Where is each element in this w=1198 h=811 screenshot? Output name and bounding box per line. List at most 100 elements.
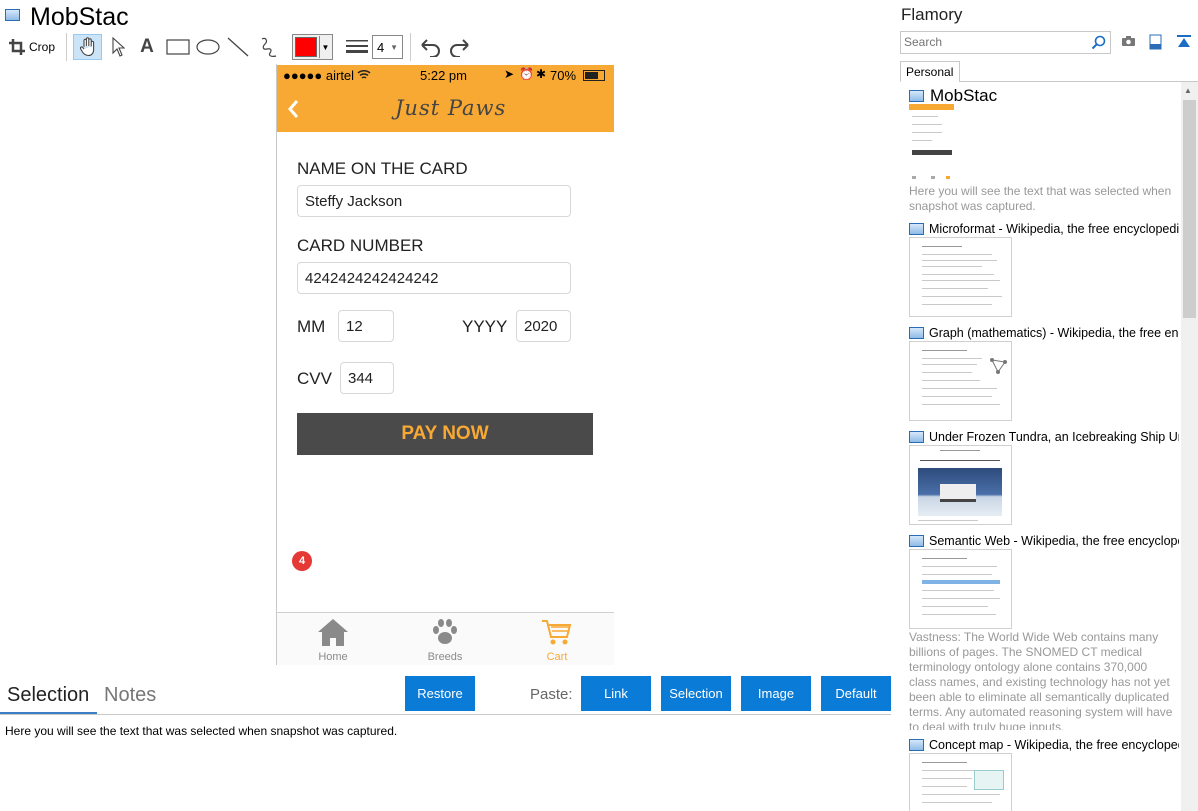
snapshot-thumbnail[interactable] (909, 104, 954, 182)
redo-icon (450, 39, 469, 57)
tab-cart: Cart (517, 617, 597, 663)
battery-percent: 70% (550, 68, 577, 83)
snapshot-icon (909, 535, 924, 547)
divider (0, 714, 891, 715)
toolbar-divider (410, 33, 411, 61)
snapshot-icon (909, 90, 924, 102)
captured-phone-screenshot: ●●●●● airtel 5:22 pm ➤ ⏰ ✱ 70% Just Paws… (277, 65, 614, 665)
selection-text-area[interactable]: Here you will see the text that was sele… (5, 724, 397, 738)
redo-button[interactable] (447, 34, 473, 60)
snapshot-title[interactable]: Graph (mathematics) - Wikipedia, the fre… (929, 326, 1179, 340)
line-width-icon (345, 34, 369, 60)
paw-icon (433, 619, 457, 644)
color-swatch (295, 37, 317, 57)
phone-status-bar: ●●●●● airtel 5:22 pm ➤ ⏰ ✱ 70% (277, 65, 614, 87)
tab-notes[interactable]: Notes (104, 684, 156, 707)
hand-icon (79, 37, 94, 57)
snapshot-thumbnail[interactable] (909, 445, 1012, 525)
alarm-icon: ⏰ (519, 67, 534, 81)
snapshot-title[interactable]: MobStac (930, 86, 1170, 106)
snapshot-thumbnail[interactable] (909, 549, 1012, 629)
scroll-up-arrow-icon[interactable]: ▲ (1184, 86, 1192, 95)
battery-icon (583, 70, 605, 81)
color-picker[interactable]: ▼ (292, 34, 333, 60)
undo-button[interactable] (417, 34, 443, 60)
search-icon[interactable] (1091, 35, 1106, 50)
snapshot-note: Here you will see the text that was sele… (909, 184, 1172, 213)
mm-field: 12 (338, 310, 394, 342)
rectangle-icon (166, 39, 190, 55)
line-width-value: 4 (377, 39, 385, 55)
rectangle-tool-button[interactable] (165, 34, 191, 60)
snapshot-icon (909, 739, 924, 751)
app-icon (5, 9, 20, 21)
app-title: MobStac (30, 3, 129, 31)
tab-selection[interactable]: Selection (7, 684, 89, 707)
scrollbar-thumb[interactable] (1183, 100, 1196, 318)
bluetooth-icon: ✱ (536, 67, 547, 81)
cart-icon (542, 620, 572, 645)
paste-default-button[interactable]: Default (821, 676, 891, 711)
snapshot-thumbnail[interactable] (909, 753, 1012, 811)
select-arrow-button[interactable] (107, 34, 129, 60)
search-input[interactable] (904, 35, 1084, 49)
restore-button[interactable]: Restore (405, 676, 475, 711)
chevron-down-icon: ▼ (319, 36, 331, 58)
wifi-icon (357, 69, 371, 79)
line-icon (227, 37, 249, 57)
yyyy-label: YYYY (462, 317, 508, 336)
paste-selection-button[interactable]: Selection (661, 676, 731, 711)
phone-tab-bar: Home Breeds Cart (277, 612, 614, 665)
snapshot-title[interactable]: Concept map - Wikipedia, the free encycl… (929, 738, 1179, 752)
snapshot-title[interactable]: Semantic Web - Wikipedia, the free encyc… (929, 534, 1179, 548)
paste-image-button[interactable]: Image (741, 676, 811, 711)
pointer-arrow-icon (112, 37, 125, 57)
collapse-top-icon[interactable] (1176, 34, 1192, 50)
paste-link-button[interactable]: Link (581, 676, 651, 711)
cvv-label: CVV (297, 369, 332, 388)
crop-icon (8, 39, 25, 55)
paste-label: Paste: (530, 686, 573, 703)
name-label: NAME ON THE CARD (297, 159, 468, 178)
snapshot-title[interactable]: Under Frozen Tundra, an Icebreaking Ship… (929, 430, 1179, 444)
tab-breeds-label: Breeds (427, 651, 463, 663)
tab-personal[interactable]: Personal (900, 61, 960, 82)
name-field: Steffy Jackson (297, 185, 571, 217)
app-header: Just Paws (277, 87, 614, 132)
back-arrow-icon (288, 100, 299, 118)
freehand-tool-button[interactable] (256, 34, 282, 60)
brand-logo: Just Paws (395, 96, 507, 120)
snapshot-icon (909, 431, 924, 443)
snapshot-note: Vastness: The World Wide Web contains ma… (909, 630, 1173, 730)
card-number-label: CARD NUMBER (297, 236, 424, 255)
snapshot-thumbnail[interactable] (909, 341, 1012, 421)
home-icon (318, 619, 348, 646)
tab-cart-label: Cart (546, 651, 568, 663)
location-icon: ➤ (504, 67, 515, 81)
cvv-field: 344 (340, 362, 394, 394)
cart-count-badge: 4 (292, 551, 312, 571)
snapshot-icon (909, 223, 924, 235)
document-icon[interactable] (1149, 34, 1162, 50)
chevron-down-icon: ▼ (390, 42, 398, 52)
sidebar-title: Flamory (901, 5, 963, 24)
snapshot-icon (909, 327, 924, 339)
card-number-field: 4242424242424242 (297, 262, 571, 294)
mm-label: MM (297, 317, 326, 336)
camera-icon[interactable] (1121, 34, 1136, 48)
line-width-select[interactable]: 4 ▼ (372, 35, 403, 59)
tab-home: Home (293, 617, 373, 663)
snapshot-title[interactable]: Microformat - Wikipedia, the free encycl… (929, 222, 1179, 236)
hand-tool-button[interactable] (73, 34, 102, 60)
line-tool-button[interactable] (225, 34, 251, 60)
text-tool-button[interactable]: A (137, 34, 157, 60)
pay-now-button: PAY NOW (297, 413, 593, 455)
crop-button[interactable]: Crop (6, 34, 58, 60)
freehand-icon (261, 37, 277, 57)
carrier-label: ●●●●● airtel (283, 68, 355, 83)
search-box[interactable] (900, 31, 1111, 54)
ellipse-tool-button[interactable] (195, 34, 221, 60)
tab-breeds: Breeds (405, 617, 485, 663)
divider (959, 81, 1198, 82)
snapshot-thumbnail[interactable] (909, 237, 1012, 317)
